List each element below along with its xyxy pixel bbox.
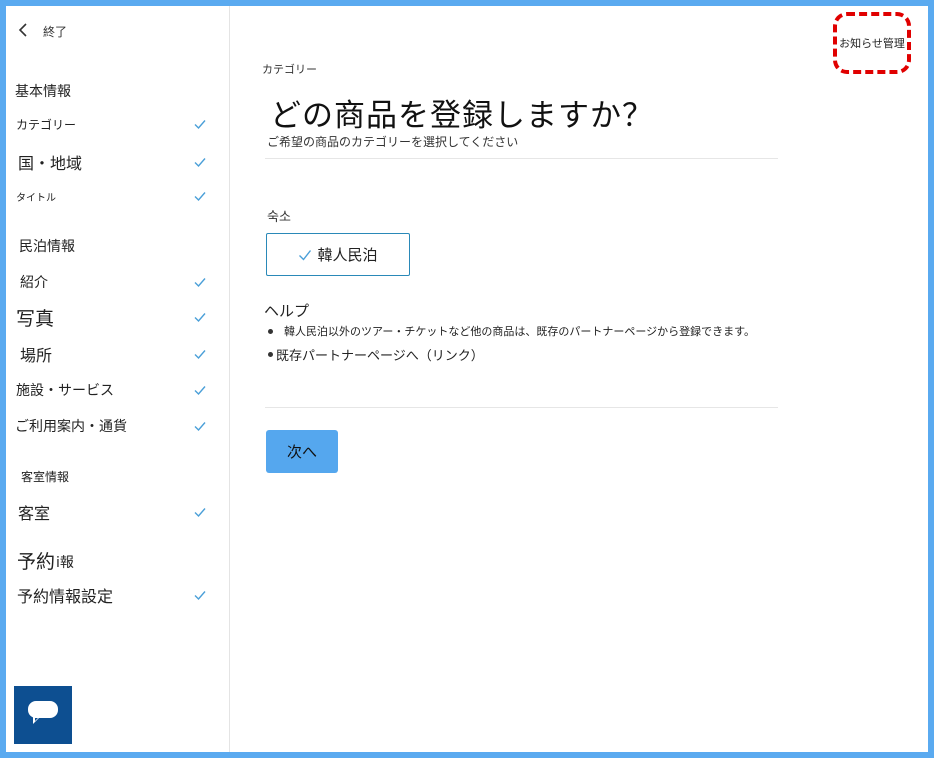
sidebar-item-location[interactable]: 場所: [6, 343, 220, 365]
sidebar-item-introduction[interactable]: 紹介: [6, 272, 220, 292]
notice-management-label: お知らせ管理: [839, 37, 905, 50]
sidebar-item-title[interactable]: タイトル: [6, 188, 220, 204]
sidebar-item-category[interactable]: カテゴリー: [6, 114, 220, 134]
check-icon: [194, 190, 206, 202]
sidebar-section-reservation-info: 予約 i報: [17, 550, 74, 573]
sidebar-item-guide-currency[interactable]: ご利用案内・通貨: [6, 416, 220, 436]
chat-button[interactable]: [14, 686, 72, 744]
check-icon: [194, 589, 206, 601]
page-eyebrow: カテゴリー: [262, 63, 317, 76]
check-icon: [194, 420, 206, 432]
check-icon: [194, 311, 206, 323]
sidebar-item-photos[interactable]: 写真: [6, 304, 220, 330]
sidebar-section-basic-info: 基本情報: [15, 84, 71, 100]
app-frame: 終了 基本情報 カテゴリー 国・地域 タイトル 民泊情報 紹介 写真 場所 施設…: [6, 6, 928, 752]
main-content: お知らせ管理 カテゴリー どの商品を登録しますか？ ご希望の商品のカテゴリーを選…: [230, 6, 928, 752]
category-section-label: 숙소: [267, 210, 291, 225]
back-button[interactable]: 終了: [18, 22, 67, 40]
check-icon: [194, 276, 206, 288]
notice-management-link[interactable]: お知らせ管理: [833, 12, 911, 74]
check-icon: [194, 384, 206, 396]
check-icon: [194, 348, 206, 360]
check-icon: [194, 506, 206, 518]
chevron-left-icon: [18, 22, 36, 40]
check-icon: [194, 156, 206, 168]
sidebar-section-minpaku-info: 民泊情報: [19, 239, 75, 255]
chat-bubble-icon: [27, 700, 59, 730]
category-option-label: 韓人民泊: [317, 246, 378, 264]
next-button[interactable]: 次へ: [266, 430, 338, 473]
sidebar-item-country-region[interactable]: 国・地域: [6, 150, 220, 174]
divider: [265, 158, 778, 159]
divider: [265, 407, 778, 408]
check-icon: [194, 118, 206, 130]
page-title: どの商品を登録しますか？: [270, 98, 654, 134]
help-item: 韓人民泊以外のツアー・チケットなど他の商品は、既存のパートナーページから登録でき…: [268, 323, 755, 339]
sidebar-item-facilities[interactable]: 施設・サービス: [6, 380, 220, 400]
help-title: ヘルプ: [264, 302, 310, 320]
back-label: 終了: [43, 24, 68, 39]
sidebar: 終了 基本情報 カテゴリー 国・地域 タイトル 民泊情報 紹介 写真 場所 施設…: [6, 6, 230, 752]
check-icon: [298, 248, 312, 262]
sidebar-item-rooms[interactable]: 客室: [6, 501, 220, 523]
sidebar-item-reservation-settings[interactable]: 予約情報設定: [6, 584, 220, 606]
page-subtitle: ご希望の商品のカテゴリーを選択してください: [267, 135, 519, 149]
sidebar-section-room-info: 客室情報: [21, 469, 70, 484]
help-link-partner-page[interactable]: 既存パートナーページへ（リンク）: [268, 345, 484, 364]
category-option-korean-minpaku[interactable]: 韓人民泊: [266, 233, 410, 276]
